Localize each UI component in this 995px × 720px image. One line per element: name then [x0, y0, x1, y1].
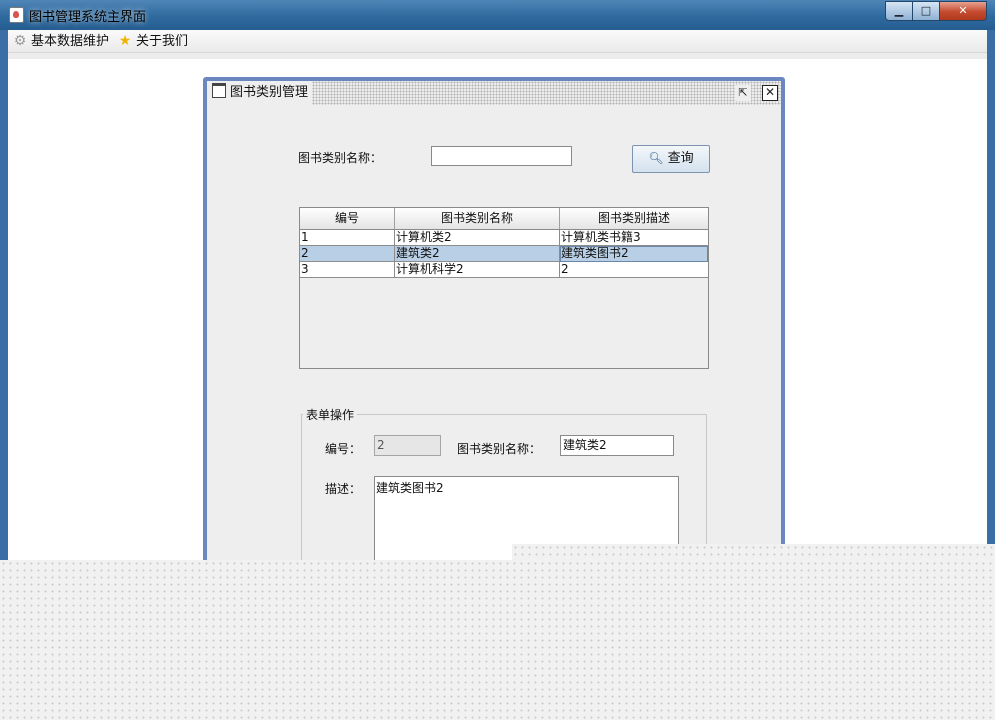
internal-frame-title: 图书类别管理: [230, 85, 309, 100]
cell-id[interactable]: 3: [300, 262, 395, 278]
column-header-desc[interactable]: 图书类别描述: [560, 208, 708, 229]
search-input[interactable]: [431, 146, 572, 166]
menu-basic-data[interactable]: ⚙ 基本数据维护: [13, 32, 109, 50]
search-button[interactable]: 🔍︎ 查询: [632, 145, 710, 173]
search-button-label: 查询: [667, 151, 694, 166]
cell-desc[interactable]: 2: [560, 262, 708, 278]
minimize-button[interactable]: ▁: [885, 1, 913, 21]
maximize-button[interactable]: □: [912, 1, 940, 21]
internal-frame-titlebar[interactable]: 图书类别管理 ⇱ ✕: [207, 81, 781, 105]
window-titlebar[interactable]: 图书管理系统主界面 ▁ □ ✕: [0, 0, 995, 30]
table-header: 编号 图书类别名称 图书类别描述: [300, 208, 708, 230]
column-header-name[interactable]: 图书类别名称: [395, 208, 560, 229]
internal-frame-body: 图书类别名称： 🔍︎ 查询 编号 图书类别名称 图书类别描述 1 计算机类2 计算…: [207, 105, 781, 575]
internal-frame-book-type-manage: 图书类别管理 ⇱ ✕ 图书类别名称： 🔍︎ 查询 编号 图书类别名称 图书类别描述…: [203, 77, 785, 575]
id-label: 编号：: [325, 442, 362, 456]
menu-basic-data-label: 基本数据维护: [31, 34, 110, 49]
transparent-region: [0, 560, 995, 720]
table-row-selected[interactable]: 2 建筑类2 建筑类图书2: [300, 246, 708, 262]
cell-id[interactable]: 2: [300, 246, 395, 262]
close-icon: ✕: [958, 4, 968, 17]
cell-desc[interactable]: 建筑类图书2: [560, 246, 708, 262]
window-title: 图书管理系统主界面: [29, 10, 147, 25]
name-field[interactable]: 建筑类2: [560, 435, 674, 456]
table-row[interactable]: 1 计算机类2 计算机类书籍3: [300, 230, 708, 246]
name-label: 图书类别名称：: [457, 442, 542, 456]
java-icon: [9, 7, 24, 23]
cell-name[interactable]: 建筑类2: [395, 246, 560, 262]
menu-about-us[interactable]: ★ 关于我们: [118, 32, 188, 50]
form-legend: 表单操作: [303, 406, 358, 423]
gear-icon: ⚙: [13, 33, 27, 49]
search-icon: 🔍︎: [648, 151, 664, 165]
search-label: 图书类别名称：: [298, 151, 383, 165]
menu-about-us-label: 关于我们: [136, 34, 189, 49]
desc-label: 描述：: [325, 482, 362, 496]
transparent-region: [512, 544, 995, 560]
id-field: 2: [374, 435, 441, 456]
toolbar-strip: [8, 53, 987, 59]
window-icon: [212, 83, 226, 98]
minimize-icon: ▁: [894, 4, 904, 17]
close-button[interactable]: ✕: [939, 1, 987, 21]
cell-desc[interactable]: 计算机类书籍3: [560, 230, 708, 246]
frame-close-icon[interactable]: ✕: [762, 85, 778, 101]
table-row[interactable]: 3 计算机科学2 2: [300, 262, 708, 278]
column-header-id[interactable]: 编号: [300, 208, 395, 229]
star-icon: ★: [118, 33, 132, 49]
cell-name[interactable]: 计算机科学2: [395, 262, 560, 278]
restore-icon[interactable]: ⇱: [735, 85, 751, 101]
maximize-icon: □: [920, 4, 932, 17]
cell-name[interactable]: 计算机类2: [395, 230, 560, 246]
book-type-table[interactable]: 编号 图书类别名称 图书类别描述 1 计算机类2 计算机类书籍3 2 建筑类2 …: [299, 207, 709, 369]
menu-bar: ⚙ 基本数据维护 ★ 关于我们: [8, 30, 987, 53]
internal-frame-title-wrap: 图书类别管理: [207, 81, 313, 105]
cell-id[interactable]: 1: [300, 230, 395, 246]
